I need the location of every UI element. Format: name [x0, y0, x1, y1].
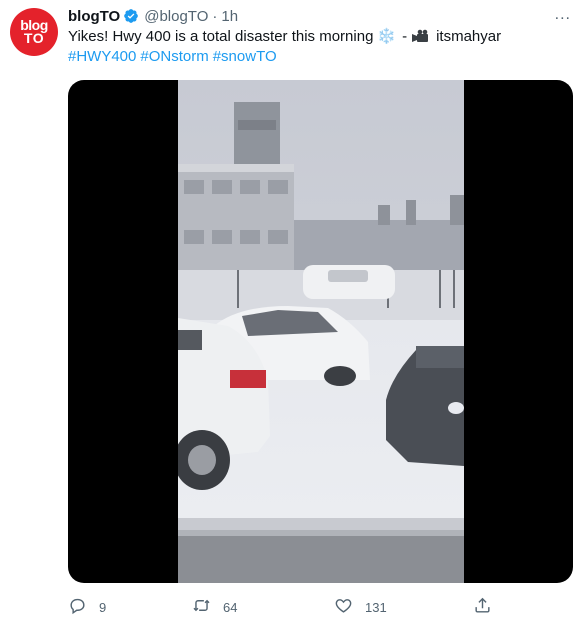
like-button[interactable]: 131 — [334, 596, 387, 618]
tweet-text: Yikes! Hwy 400 is a total disaster this … — [68, 27, 573, 67]
like-count: 131 — [365, 599, 387, 615]
credit-text: itsmahyar — [436, 28, 502, 45]
author-name[interactable]: blogTO — [68, 8, 120, 25]
timestamp[interactable]: 1h — [221, 8, 238, 25]
snowflake-emoji: ❄️ — [377, 28, 397, 45]
snowy-highway-video[interactable] — [178, 80, 464, 583]
tweet-text-line1: Yikes! Hwy 400 is a total disaster this … — [68, 28, 374, 45]
video-player[interactable] — [68, 80, 573, 583]
hashtag-hwy400[interactable]: #HWY400 — [68, 47, 136, 67]
heart-icon — [334, 596, 353, 618]
reply-button[interactable]: 9 — [68, 596, 106, 618]
reply-count: 9 — [99, 599, 107, 615]
tweet-header: blogTO @blogTO · 1h — [68, 6, 238, 26]
retweet-count: 64 — [223, 599, 238, 615]
hashtags: #HWY400 #ONstorm #snowTO — [68, 47, 573, 67]
author-handle[interactable]: @blogTO — [144, 8, 208, 25]
hashtag-onstorm[interactable]: #ONstorm — [140, 47, 208, 67]
share-icon — [473, 596, 492, 618]
retweet-button[interactable]: 64 — [192, 596, 237, 618]
more-options-icon[interactable]: ... — [555, 6, 571, 24]
separator-dot: · — [212, 7, 218, 25]
video-camera-icon — [411, 29, 431, 45]
avatar-text-line2: TO — [23, 30, 45, 46]
share-button[interactable] — [473, 596, 492, 618]
hashtag-snowto[interactable]: #snowTO — [213, 47, 277, 67]
tweet-actions: 9 64 131 — [68, 596, 498, 618]
avatar[interactable]: blog TO — [10, 8, 58, 56]
verified-badge-icon — [123, 8, 139, 24]
retweet-icon — [192, 596, 211, 618]
dash-text: - — [402, 28, 408, 45]
reply-icon — [68, 596, 87, 618]
tweet[interactable]: blog TO blogTO @blogTO · 1h ... Yikes! H… — [0, 0, 583, 618]
